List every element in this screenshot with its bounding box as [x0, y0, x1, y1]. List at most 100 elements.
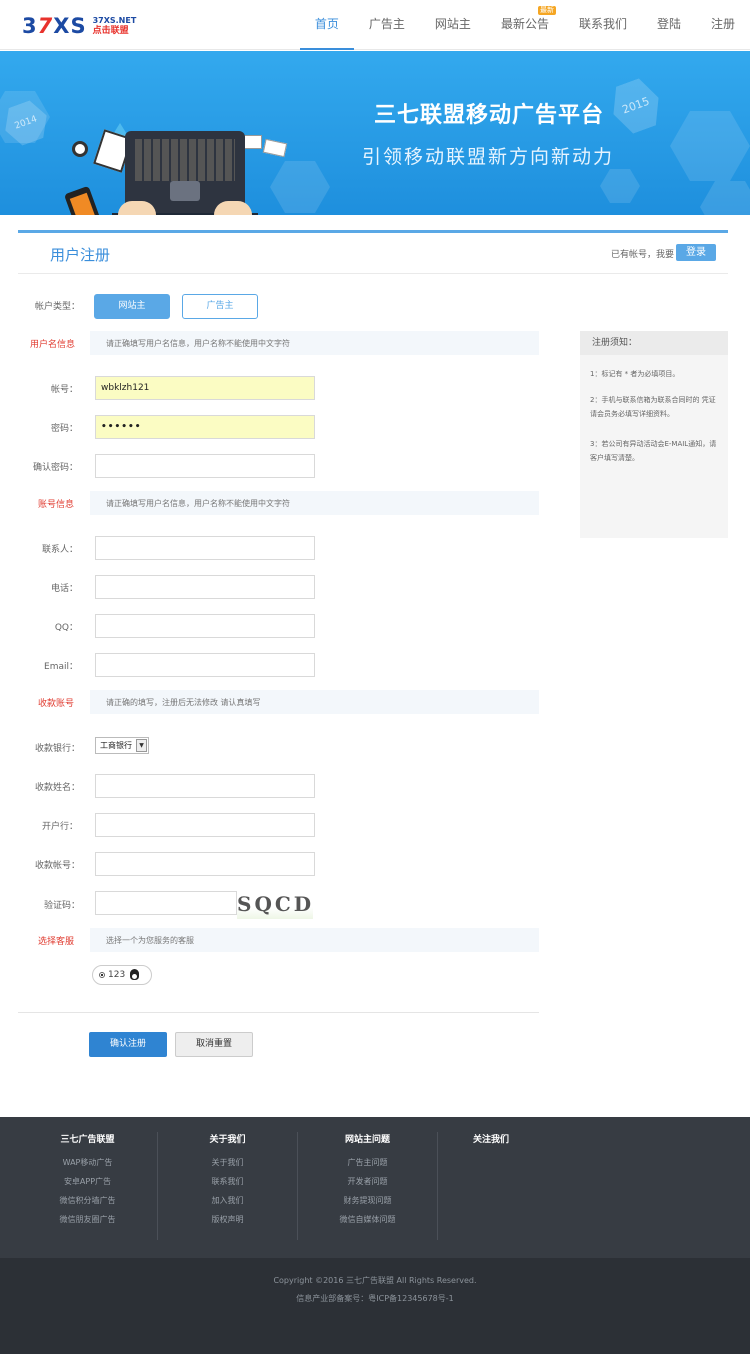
account-type-publisher-button[interactable]: 网站主	[94, 294, 170, 319]
contact-label: 联系人：	[41, 545, 78, 555]
hex-decoration	[270, 161, 330, 213]
hex-decoration	[600, 169, 640, 203]
notice-item: 1：标记有 * 者为必填项目。	[590, 370, 680, 378]
captcha-image[interactable]: SQCD	[237, 889, 313, 919]
bank-select-value: 工商银行	[100, 741, 132, 750]
contact-input[interactable]	[95, 536, 315, 560]
site-logo[interactable]: 37XS 37XS.NET 点击联盟	[22, 12, 136, 40]
footer-column: 关注我们	[421, 1132, 561, 1240]
section-payment-label: 收款账号	[38, 699, 75, 709]
nav-register[interactable]: 注册	[696, 0, 750, 50]
footer-link[interactable]: 安卓APP广告	[18, 1172, 157, 1191]
qq-input[interactable]	[95, 614, 315, 638]
notice-title: 注册须知：	[580, 331, 728, 355]
footer-link[interactable]: 版权声明	[158, 1210, 297, 1229]
chevron-down-icon[interactable]: ▼	[136, 739, 147, 752]
email-label: Email：	[44, 662, 78, 672]
qq-penguin-icon	[130, 969, 140, 980]
bank-select[interactable]: 工商银行 ▼	[95, 737, 149, 754]
footer-column-title: 关注我们	[472, 1135, 509, 1145]
footer-link[interactable]: 加入我们	[158, 1191, 297, 1210]
form-divider	[18, 1012, 539, 1013]
section-service-label: 选择客服	[38, 937, 75, 947]
right-hand-illustration	[214, 201, 252, 215]
notice-item: 3：若公司有异动活动会E-MAIL通知，请客户填写清楚。	[590, 440, 717, 462]
section-service-hint: 选择一个为您服务的客服	[106, 936, 194, 945]
account-type-label: 帐户类型：	[35, 302, 81, 312]
hex-decoration	[670, 111, 750, 181]
footer-link[interactable]: 开发者问题	[298, 1172, 437, 1191]
email-input[interactable]	[95, 653, 315, 677]
top-header: 37XS 37XS.NET 点击联盟 首页 广告主 网站主 最新公告 最新 联系我…	[0, 0, 750, 50]
section-account-label: 账号信息	[38, 500, 75, 510]
bank-label: 收款银行：	[34, 744, 80, 754]
footer-link[interactable]: 广告主问题	[298, 1153, 437, 1172]
section-payment-bar: 请正确的填写，注册后无法修改 请认真填写	[90, 690, 539, 714]
notice-item: 2：手机与联系信箱为联系合同时的 凭证 请会员务必填写详细资料。	[590, 396, 716, 418]
nav-advertiser[interactable]: 广告主	[354, 0, 420, 50]
nav-announcements-label: 最新公告	[500, 17, 549, 31]
nav-contact[interactable]: 联系我们	[564, 0, 642, 50]
nav-publisher[interactable]: 网站主	[420, 0, 486, 50]
submit-button[interactable]: 确认注册	[89, 1032, 167, 1057]
payee-input[interactable]	[95, 774, 315, 798]
footer-link[interactable]: 关于我们	[158, 1153, 297, 1172]
banner-title: 三七联盟移动广告平台	[374, 103, 605, 128]
footer-column-title: 网站主问题	[344, 1135, 390, 1145]
footer-column: 三七广告联盟 WAP移动广告 安卓APP广告 微信积分墙广告 微信朋友圈广告	[18, 1132, 158, 1240]
account-type-advertiser-button[interactable]: 广告主	[182, 294, 258, 319]
nav-login[interactable]: 登陆	[642, 0, 696, 50]
phone-input[interactable]	[95, 575, 315, 599]
nav-announcements[interactable]: 最新公告 最新	[486, 0, 564, 50]
bank-account-input[interactable]	[95, 852, 315, 876]
logo-text: 37XS.NET 点击联盟	[93, 15, 137, 37]
service-option[interactable]: 123	[92, 965, 152, 985]
captcha-input[interactable]	[95, 891, 237, 915]
coffee-cup-icon	[72, 141, 88, 157]
branch-label: 开户行：	[41, 822, 78, 832]
footer-link[interactable]: 联系我们	[158, 1172, 297, 1191]
section-username-hint: 请正确填写用户名信息，用户名称不能使用中文字符	[106, 339, 290, 348]
logo-mark: 37XS	[22, 14, 87, 38]
section-username-bar: 请正确填写用户名信息，用户名称不能使用中文字符	[90, 331, 539, 355]
service-option-label: 123	[108, 970, 126, 980]
copyright-text: Copyright ©2016 三七广告联盟 All Rights Reserv…	[273, 1276, 477, 1285]
logo-domain: 37XS.NET	[92, 16, 137, 25]
footer-link[interactable]: 微信积分墙广告	[18, 1191, 157, 1210]
reset-button[interactable]: 取消重置	[175, 1032, 253, 1057]
year-badge-right: 2015	[605, 74, 667, 137]
branch-input[interactable]	[95, 813, 315, 837]
logo-tagline: 点击联盟	[92, 26, 129, 36]
username-input[interactable]	[95, 376, 315, 400]
section-username-label: 用户名信息	[30, 340, 76, 350]
registration-notice: 注册须知： 1：标记有 * 者为必填项目。 2：手机与联系信箱为联系合同时的 凭…	[580, 331, 728, 538]
hex-decoration	[700, 181, 750, 215]
footer-copyright: Copyright ©2016 三七广告联盟 All Rights Reserv…	[0, 1258, 750, 1354]
page-title: 用户注册	[50, 246, 111, 264]
banner-subtitle: 引领移动联盟新方向新动力	[362, 146, 615, 168]
confirm-password-input[interactable]	[95, 454, 315, 478]
section-account-hint: 请正确填写用户名信息，用户名称不能使用中文字符	[106, 499, 290, 508]
section-account-bar: 请正确填写用户名信息，用户名称不能使用中文字符	[90, 491, 539, 515]
section-payment-hint: 请正确的填写，注册后无法修改 请认真填写	[106, 698, 261, 707]
footer-links: 三七广告联盟 WAP移动广告 安卓APP广告 微信积分墙广告 微信朋友圈广告 关…	[0, 1117, 750, 1258]
login-button[interactable]: 登录	[676, 244, 716, 261]
nav-home[interactable]: 首页	[299, 0, 354, 50]
hero-banner: 2014 2015 三七联盟移动广告平台 引领移动联盟新方向新动力	[0, 51, 750, 215]
has-account-text: 已有帐号，我要	[610, 250, 674, 260]
footer-link[interactable]: 财务提现问题	[298, 1191, 437, 1210]
footer-link[interactable]: 微信朋友圈广告	[18, 1210, 157, 1229]
new-badge: 最新	[537, 6, 556, 15]
captcha-label: 验证码：	[43, 901, 80, 911]
phone-label: 电话：	[50, 584, 78, 594]
footer-column: 网站主问题 广告主问题 开发者问题 财务提现问题 微信自媒体问题	[298, 1132, 438, 1240]
smartphone-icon	[63, 185, 103, 215]
radio-icon[interactable]	[99, 971, 105, 978]
payee-label: 收款姓名：	[34, 783, 80, 793]
footer-link[interactable]: 微信自媒体问题	[298, 1210, 437, 1229]
footer-link[interactable]: WAP移动广告	[18, 1153, 157, 1172]
touchpad-illustration	[170, 181, 200, 201]
confirm-password-label: 确认密码：	[32, 463, 78, 473]
password-input[interactable]	[95, 415, 315, 439]
password-label: 密码：	[50, 424, 78, 434]
